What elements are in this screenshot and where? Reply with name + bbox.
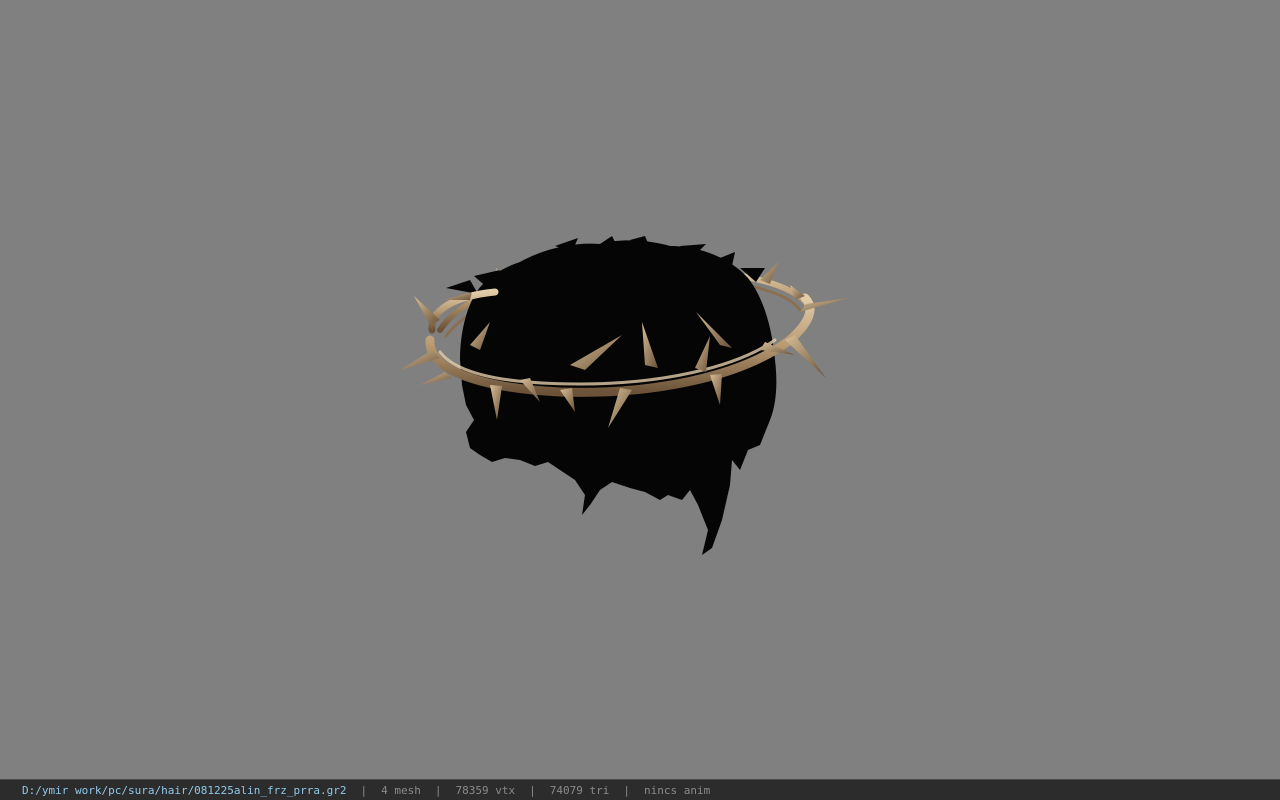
separator: | bbox=[623, 783, 630, 797]
mesh-count: 4 mesh bbox=[381, 783, 421, 797]
separator: | bbox=[434, 783, 442, 797]
model-preview[interactable] bbox=[0, 0, 1280, 779]
file-path: D:/ymir work/pc/sura/hair/081225alin_frz… bbox=[22, 783, 347, 797]
separator: | bbox=[360, 783, 368, 797]
vertex-count: 78359 vtx bbox=[455, 783, 516, 797]
separator: | bbox=[529, 783, 536, 797]
status-bar: D:/ymir work/pc/sura/hair/081225alin_frz… bbox=[0, 779, 1280, 800]
3d-viewport[interactable] bbox=[0, 0, 1280, 779]
triangle-count: 74079 tri bbox=[549, 783, 610, 797]
animation-status: nincs anim bbox=[643, 783, 711, 797]
